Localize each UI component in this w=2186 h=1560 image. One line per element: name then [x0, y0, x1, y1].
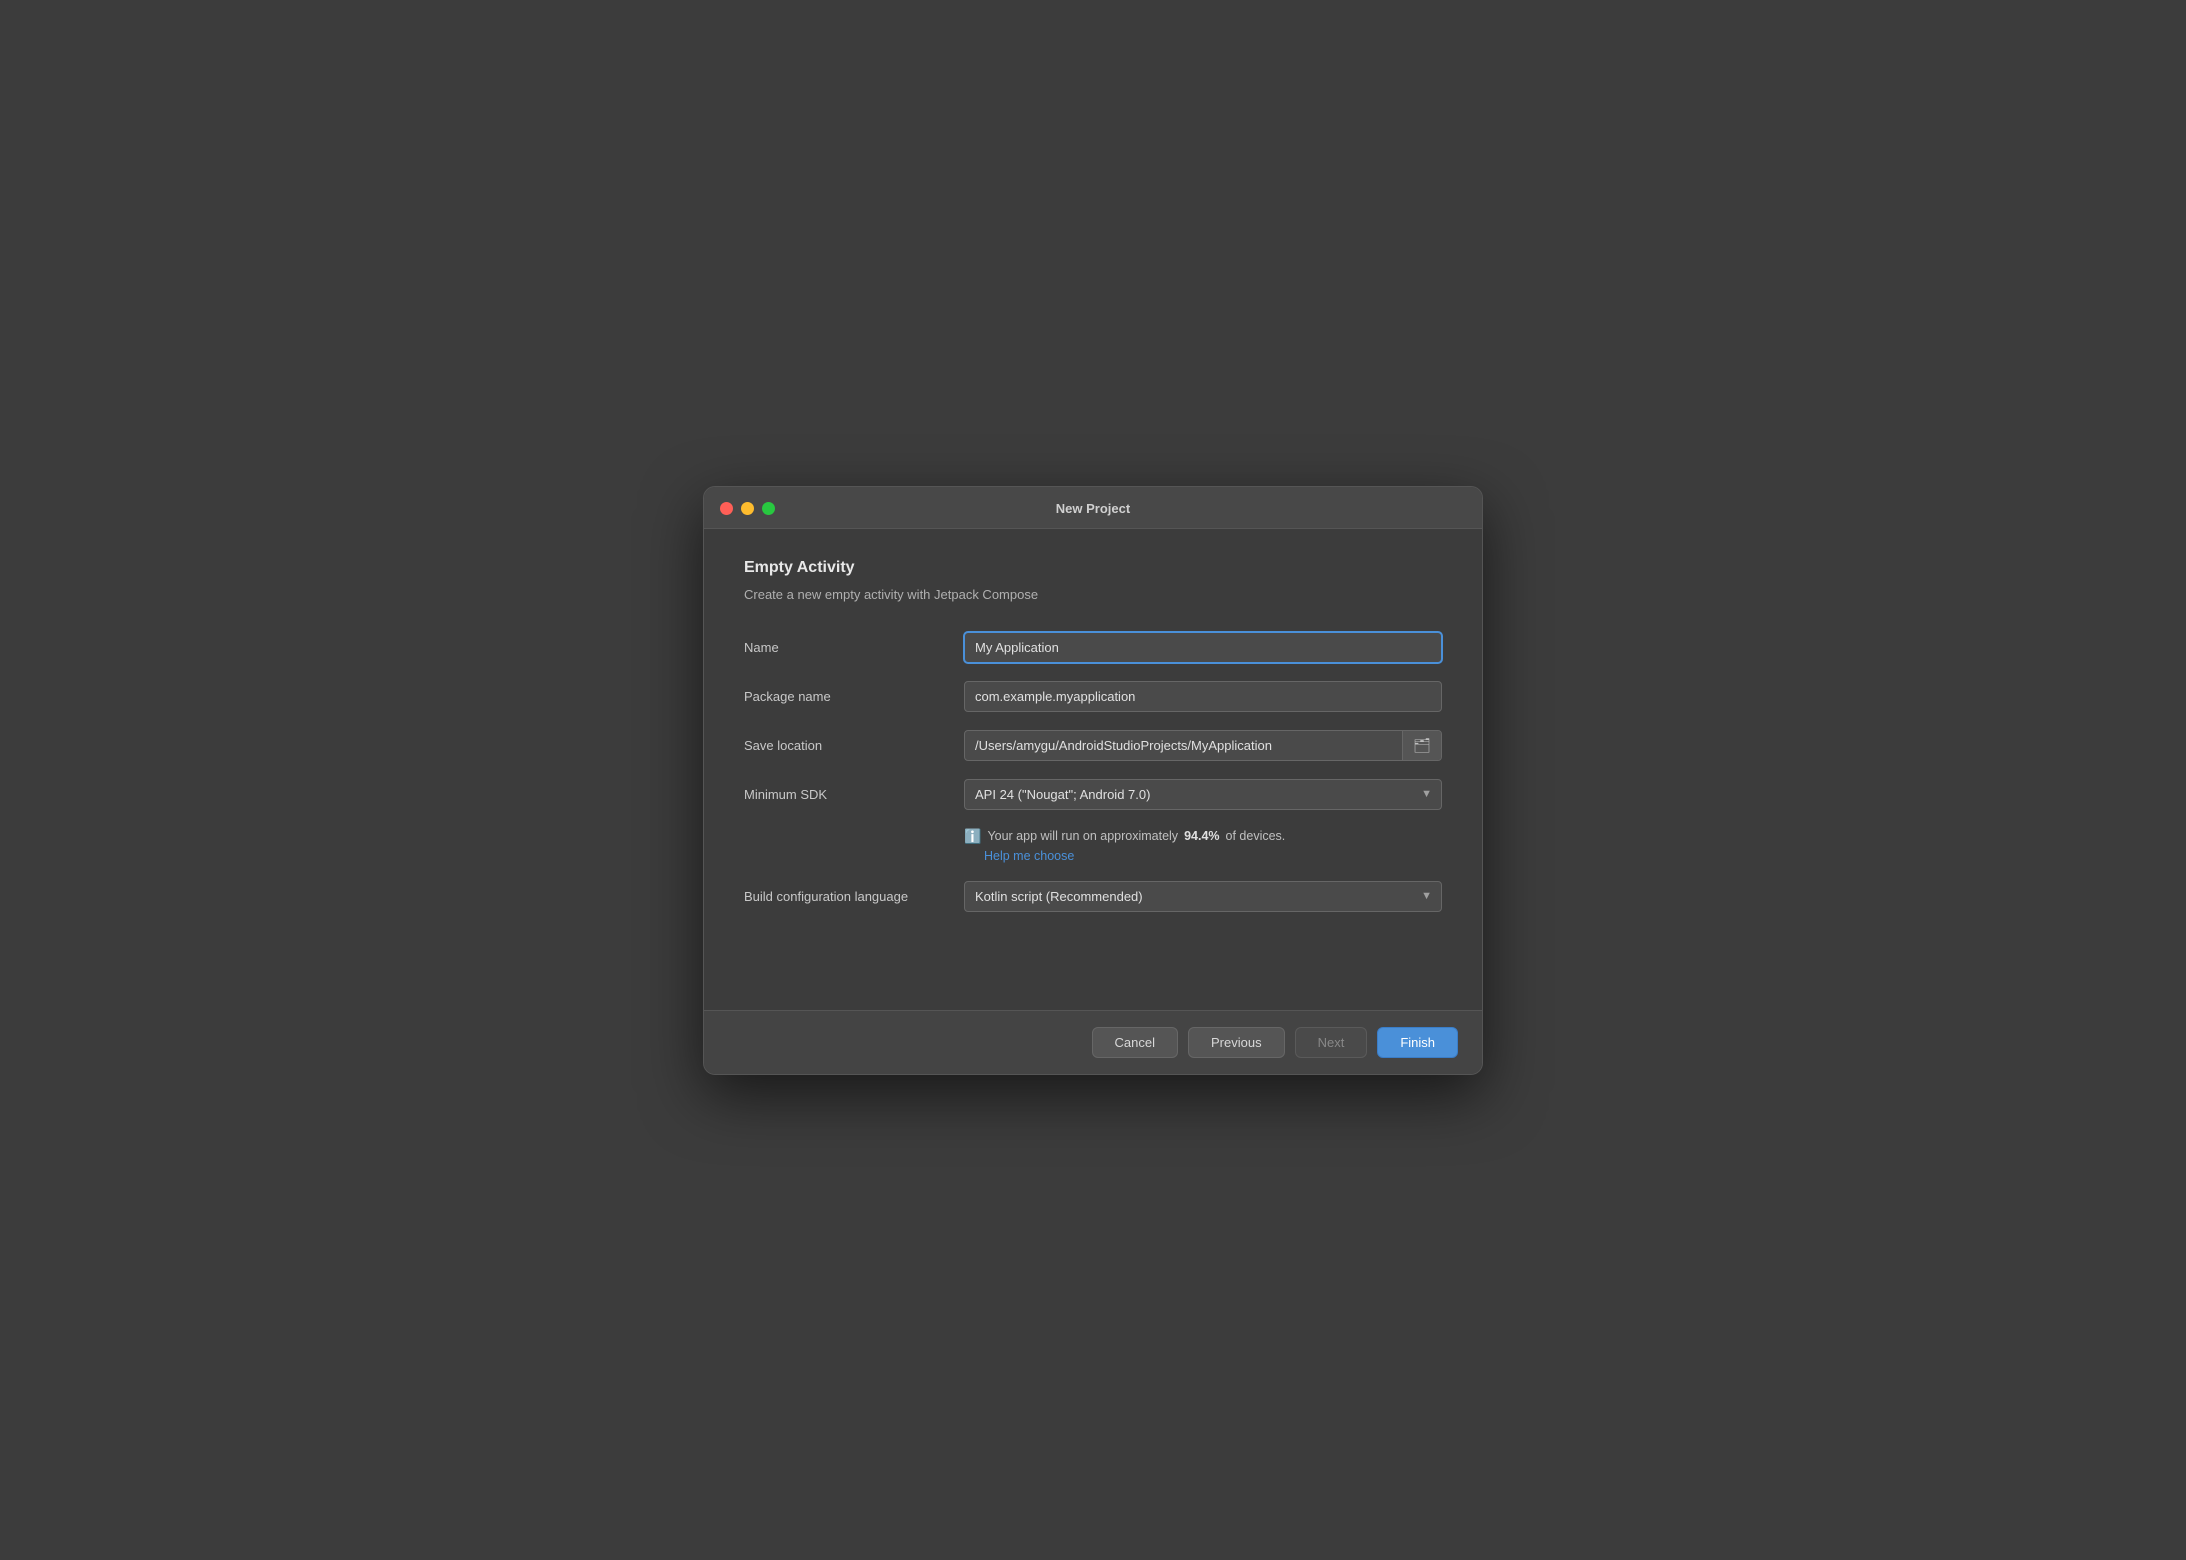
info-percentage: 94.4% [1184, 829, 1219, 843]
title-bar: New Project [704, 487, 1482, 529]
browse-folder-button[interactable]: 🗂 [1402, 731, 1441, 760]
section-title: Empty Activity [744, 559, 1442, 577]
package-row: Package name [744, 681, 1442, 712]
section-description: Create a new empty activity with Jetpack… [744, 587, 1442, 602]
info-icon: ℹ️ [964, 828, 981, 845]
build-config-wrapper: Kotlin script (Recommended) Groovy DSL ▼ [964, 881, 1442, 912]
info-prefix: Your app will run on approximately [987, 829, 1178, 843]
save-location-input[interactable] [965, 731, 1402, 760]
name-input[interactable] [964, 632, 1442, 663]
minimum-sdk-select[interactable]: API 24 ("Nougat"; Android 7.0) API 21 ("… [964, 779, 1442, 810]
save-location-row: Save location 🗂 [744, 730, 1442, 761]
device-coverage-info: ℹ️ Your app will run on approximately 94… [964, 828, 1442, 845]
build-config-label: Build configuration language [744, 889, 964, 904]
close-button[interactable] [720, 502, 733, 515]
help-me-choose-link[interactable]: Help me choose [984, 849, 1442, 863]
info-suffix: of devices. [1226, 829, 1286, 843]
next-button: Next [1295, 1027, 1368, 1058]
build-config-select[interactable]: Kotlin script (Recommended) Groovy DSL [964, 881, 1442, 912]
package-label: Package name [744, 689, 964, 704]
build-config-row: Build configuration language Kotlin scri… [744, 881, 1442, 912]
previous-button[interactable]: Previous [1188, 1027, 1285, 1058]
new-project-window: New Project Empty Activity Create a new … [703, 486, 1483, 1075]
save-location-field: 🗂 [964, 730, 1442, 761]
name-label: Name [744, 640, 964, 655]
finish-button[interactable]: Finish [1377, 1027, 1458, 1058]
minimum-sdk-row: Minimum SDK API 24 ("Nougat"; Android 7.… [744, 779, 1442, 810]
package-input[interactable] [964, 681, 1442, 712]
maximize-button[interactable] [762, 502, 775, 515]
minimum-sdk-wrapper: API 24 ("Nougat"; Android 7.0) API 21 ("… [964, 779, 1442, 810]
save-location-label: Save location [744, 738, 964, 753]
cancel-button[interactable]: Cancel [1092, 1027, 1178, 1058]
minimum-sdk-label: Minimum SDK [744, 787, 964, 802]
sdk-info-row: ℹ️ Your app will run on approximately 94… [964, 828, 1442, 863]
window-title: New Project [1056, 501, 1130, 516]
name-row: Name [744, 632, 1442, 663]
traffic-lights [720, 502, 775, 515]
dialog-footer: Cancel Previous Next Finish [704, 1010, 1482, 1074]
folder-icon: 🗂 [1413, 737, 1431, 754]
dialog-content: Empty Activity Create a new empty activi… [704, 529, 1482, 950]
minimize-button[interactable] [741, 502, 754, 515]
